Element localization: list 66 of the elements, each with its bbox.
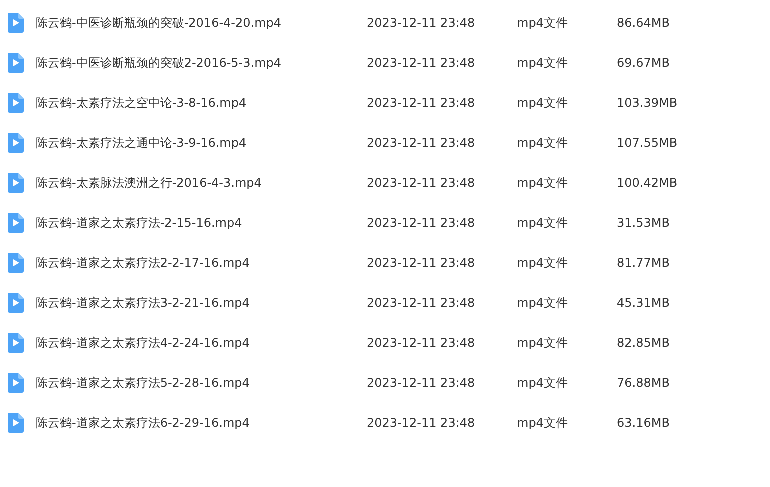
file-row[interactable]: 陈云鹤-道家之太素疗法5-2-28-16.mp4 2023-12-11 23:48 mp4文件 76.88MB bbox=[0, 363, 770, 403]
file-size: 82.85MB bbox=[617, 336, 671, 350]
file-name: 陈云鹤-太素疗法之空中论-3-8-16.mp4 bbox=[36, 94, 248, 112]
file-row[interactable]: 陈云鹤-道家之太素疗法6-2-29-16.mp4 2023-12-11 23:48 mp4文件 63.16MB bbox=[0, 403, 770, 443]
modified-date: 2023-12-11 23:48 bbox=[367, 256, 476, 270]
modified-date: 2023-12-11 23:48 bbox=[367, 136, 476, 150]
file-row[interactable]: 陈云鹤-中医诊断瓶颈的突破-2016-4-20.mp4 2023-12-11 23:48 mp4文件 86.64MB bbox=[0, 3, 770, 43]
file-size: 103.39MB bbox=[617, 96, 679, 110]
video-file-icon bbox=[8, 93, 24, 113]
file-row[interactable]: 陈云鹤-中医诊断瓶颈的突破2-2016-5-3.mp4 2023-12-11 23:48 mp4文件 69.67MB bbox=[0, 43, 770, 83]
file-name: 陈云鹤-道家之太素疗法5-2-28-16.mp4 bbox=[36, 374, 251, 392]
file-size: 76.88MB bbox=[617, 376, 671, 390]
file-size: 100.42MB bbox=[617, 176, 679, 190]
file-type: mp4文件 bbox=[517, 54, 569, 72]
file-row[interactable]: 陈云鹤-太素脉法澳洲之行-2016-4-3.mp4 2023-12-11 23:48 mp4文件 100.42MB bbox=[0, 163, 770, 203]
file-size: 69.67MB bbox=[617, 56, 671, 70]
video-file-icon bbox=[8, 13, 24, 33]
video-file-icon bbox=[8, 333, 24, 353]
file-name: 陈云鹤-太素脉法澳洲之行-2016-4-3.mp4 bbox=[36, 174, 263, 192]
modified-date: 2023-12-11 23:48 bbox=[367, 416, 476, 430]
file-type: mp4文件 bbox=[517, 134, 569, 152]
modified-date: 2023-12-11 23:48 bbox=[367, 176, 476, 190]
file-size: 81.77MB bbox=[617, 256, 671, 270]
file-type: mp4文件 bbox=[517, 174, 569, 192]
file-type: mp4文件 bbox=[517, 294, 569, 312]
modified-date: 2023-12-11 23:48 bbox=[367, 56, 476, 70]
file-name: 陈云鹤-中医诊断瓶颈的突破2-2016-5-3.mp4 bbox=[36, 54, 283, 72]
video-file-icon bbox=[8, 413, 24, 433]
video-file-icon bbox=[8, 53, 24, 73]
file-row[interactable]: 陈云鹤-太素疗法之空中论-3-8-16.mp4 2023-12-11 23:48 mp4文件 103.39MB bbox=[0, 83, 770, 123]
file-size: 63.16MB bbox=[617, 416, 671, 430]
file-name: 陈云鹤-道家之太素疗法-2-15-16.mp4 bbox=[36, 214, 244, 232]
file-name: 陈云鹤-道家之太素疗法6-2-29-16.mp4 bbox=[36, 414, 251, 432]
file-type: mp4文件 bbox=[517, 334, 569, 352]
file-size: 31.53MB bbox=[617, 216, 671, 230]
video-file-icon bbox=[8, 373, 24, 393]
modified-date: 2023-12-11 23:48 bbox=[367, 16, 476, 30]
file-type: mp4文件 bbox=[517, 214, 569, 232]
video-file-icon bbox=[8, 213, 24, 233]
file-type: mp4文件 bbox=[517, 414, 569, 432]
video-file-icon bbox=[8, 133, 24, 153]
file-type: mp4文件 bbox=[517, 254, 569, 272]
file-size: 45.31MB bbox=[617, 296, 671, 310]
file-type: mp4文件 bbox=[517, 94, 569, 112]
modified-date: 2023-12-11 23:48 bbox=[367, 216, 476, 230]
file-size: 86.64MB bbox=[617, 16, 671, 30]
file-name: 陈云鹤-太素疗法之通中论-3-9-16.mp4 bbox=[36, 134, 248, 152]
file-row[interactable]: 陈云鹤-道家之太素疗法3-2-21-16.mp4 2023-12-11 23:48 mp4文件 45.31MB bbox=[0, 283, 770, 323]
file-size: 107.55MB bbox=[617, 136, 679, 150]
video-file-icon bbox=[8, 173, 24, 193]
modified-date: 2023-12-11 23:48 bbox=[367, 336, 476, 350]
file-type: mp4文件 bbox=[517, 374, 569, 392]
file-row[interactable]: 陈云鹤-太素疗法之通中论-3-9-16.mp4 2023-12-11 23:48 mp4文件 107.55MB bbox=[0, 123, 770, 163]
file-name: 陈云鹤-道家之太素疗法3-2-21-16.mp4 bbox=[36, 294, 251, 312]
file-row[interactable]: 陈云鹤-道家之太素疗法2-2-17-16.mp4 2023-12-11 23:48 mp4文件 81.77MB bbox=[0, 243, 770, 283]
file-row[interactable]: 陈云鹤-道家之太素疗法4-2-24-16.mp4 2023-12-11 23:48 mp4文件 82.85MB bbox=[0, 323, 770, 363]
modified-date: 2023-12-11 23:48 bbox=[367, 96, 476, 110]
video-file-icon bbox=[8, 293, 24, 313]
file-name: 陈云鹤-道家之太素疗法2-2-17-16.mp4 bbox=[36, 254, 251, 272]
file-type: mp4文件 bbox=[517, 14, 569, 32]
video-file-icon bbox=[8, 253, 24, 273]
modified-date: 2023-12-11 23:48 bbox=[367, 296, 476, 310]
file-name: 陈云鹤-道家之太素疗法4-2-24-16.mp4 bbox=[36, 334, 251, 352]
file-name: 陈云鹤-中医诊断瓶颈的突破-2016-4-20.mp4 bbox=[36, 14, 283, 32]
file-row[interactable]: 陈云鹤-道家之太素疗法-2-15-16.mp4 2023-12-11 23:48 mp4文件 31.53MB bbox=[0, 203, 770, 243]
modified-date: 2023-12-11 23:48 bbox=[367, 376, 476, 390]
